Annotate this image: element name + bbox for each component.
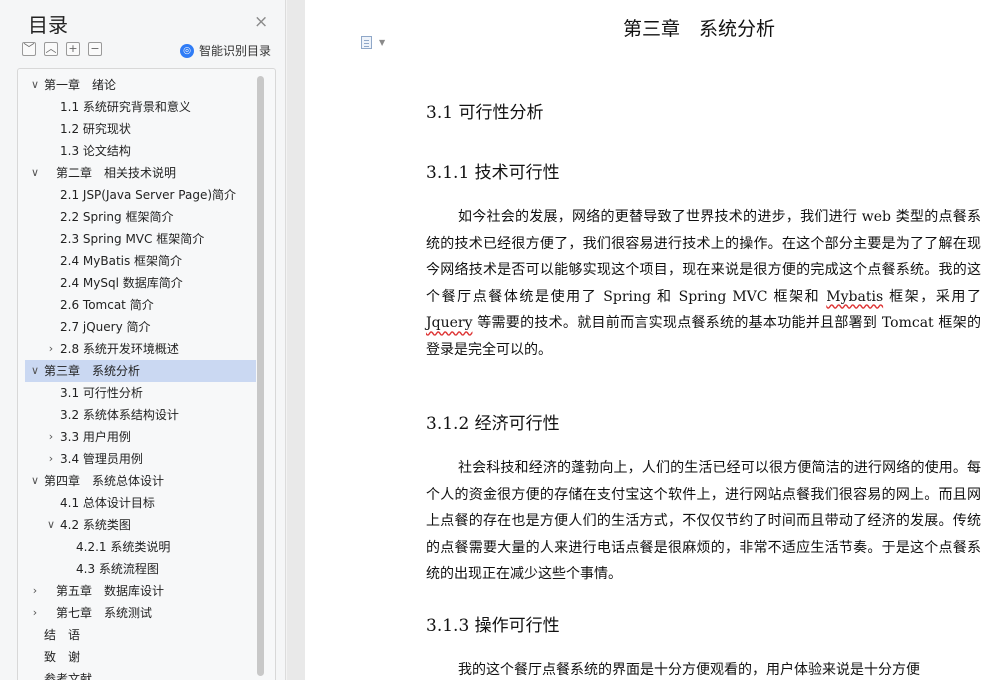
toc-item[interactable]: › 3.4 管理员用例 [25, 448, 256, 470]
toc-item-label: 第四章 系统总体设计 [44, 474, 165, 488]
toc-item[interactable]: 2.6 Tomcat 简介 [25, 294, 256, 316]
toc-title: 目录 [28, 13, 68, 37]
paragraph-3-1-1: 如今社会的发展，网络的更替导致了世界技术的进步，我们进行 web 类型的点餐系统… [426, 204, 981, 364]
toc-item[interactable]: 3.2 系统体系结构设计 [25, 404, 256, 426]
chevron-down-icon[interactable]: ∨ [45, 514, 57, 536]
toc-item[interactable]: ∨ 4.2 系统类图 [25, 514, 256, 536]
toc-item-label: 1.1 系统研究背景和意义 [60, 100, 191, 114]
chevron-down-icon[interactable]: ∨ [29, 470, 41, 492]
document-page[interactable]: ▼ 第三章 系统分析 3.1 可行性分析 3.1.1 技术可行性 如今社会的发展… [305, 0, 994, 680]
toc-item-label: 2.8 系统开发环境概述 [60, 342, 179, 356]
toc-item[interactable]: 1.1 系统研究背景和意义 [25, 96, 256, 118]
toc-item-label: 3.3 用户用例 [60, 430, 131, 444]
toc-item-label: 4.1 总体设计目标 [60, 496, 155, 510]
toc-item-label: 第三章 系统分析 [44, 364, 141, 378]
toc-item[interactable]: 2.4 MySql 数据库简介 [25, 272, 256, 294]
toc-item-label: 1.2 研究现状 [60, 122, 131, 136]
chevron-down-icon[interactable]: ∨ [29, 360, 41, 382]
chevron-right-icon[interactable]: › [45, 426, 57, 448]
toc-item[interactable]: › 第五章 数据库设计 [25, 580, 256, 602]
toc-item[interactable]: ∨ 第一章 绪论 [25, 74, 256, 96]
toc-item-label: 第二章 相关技术说明 [56, 166, 177, 180]
toc-item-label: 结 语 [44, 628, 81, 642]
smart-toc-button[interactable]: ◎ 智能识别目录 [180, 42, 271, 59]
toc-item[interactable]: 参考文献 [25, 668, 256, 680]
collapse-all-icon[interactable]: ﹀ [22, 42, 36, 56]
chevron-right-icon[interactable]: › [45, 448, 57, 470]
toc-item[interactable]: 致 谢 [25, 646, 256, 668]
chevron-right-icon[interactable]: › [45, 338, 57, 360]
toc-item-label: 3.1 可行性分析 [60, 386, 143, 400]
toc-item[interactable]: › 2.8 系统开发环境概述 [25, 338, 256, 360]
toc-item[interactable]: 4.3 系统流程图 [25, 558, 256, 580]
toc-item[interactable]: ∨ 第二章 相关技术说明 [25, 162, 256, 184]
spellcheck-word-jquery: Jquery [426, 315, 473, 332]
chevron-right-icon[interactable]: › [29, 602, 41, 624]
toc-item[interactable]: › 第七章 系统测试 [25, 602, 256, 624]
heading-3-1: 3.1 可行性分析 [426, 103, 544, 123]
toc-item-label: 3.4 管理员用例 [60, 452, 143, 466]
toc-item-label: 4.3 系统流程图 [76, 562, 159, 576]
toc-item-label: 参考文献 [44, 672, 93, 680]
toc-item[interactable]: › 3.3 用户用例 [25, 426, 256, 448]
chapter-title: 第三章 系统分析 [623, 18, 776, 40]
toc-item[interactable]: 结 语 [25, 624, 256, 646]
toc-item-label: 2.4 MySql 数据库简介 [60, 276, 183, 290]
close-icon[interactable]: × [254, 12, 268, 32]
remove-heading-icon[interactable]: − [88, 42, 102, 56]
toc-item-label: 第一章 绪论 [44, 78, 117, 92]
toc-item[interactable]: 1.2 研究现状 [25, 118, 256, 140]
toc-item-label: 4.2 系统类图 [60, 518, 131, 532]
toc-item[interactable]: 4.1 总体设计目标 [25, 492, 256, 514]
heading-3-1-2: 3.1.2 经济可行性 [426, 414, 560, 434]
chevron-right-icon[interactable]: › [29, 580, 41, 602]
toc-item[interactable]: 2.7 jQuery 简介 [25, 316, 256, 338]
toc-item[interactable]: 2.2 Spring 框架简介 [25, 206, 256, 228]
toc-item-label: 4.2.1 系统类说明 [76, 540, 171, 554]
toc-toolbar: ﹀ ︿ + − [22, 42, 102, 58]
spellcheck-word-mybatis: Mybatis [826, 288, 884, 305]
toc-item-label: 1.3 论文结构 [60, 144, 131, 158]
paragraph-text: 等需要的技术。就目前而言实现点餐系统的基本功能并且部署到 Tomcat 框架的登… [426, 315, 981, 358]
toc-item-label: 2.6 Tomcat 简介 [60, 298, 154, 312]
toc-item-label: 2.4 MyBatis 框架简介 [60, 254, 183, 268]
heading-3-1-1: 3.1.1 技术可行性 [426, 163, 560, 183]
toc-item-label: 2.1 JSP(Java Server Page)简介 [60, 188, 237, 202]
toc-panel: 目录 × ﹀ ︿ + − ◎ 智能识别目录 ∨ 第一章 绪论 1.1 系统研究背景和… [0, 0, 286, 680]
add-heading-icon[interactable]: + [66, 42, 80, 56]
chevron-down-icon[interactable]: ∨ [29, 162, 41, 184]
toc-item-label: 2.7 jQuery 简介 [60, 320, 151, 334]
toc-item[interactable]: 1.3 论文结构 [25, 140, 256, 162]
page-icon[interactable] [361, 36, 372, 49]
smart-recognize-icon: ◎ [180, 43, 194, 58]
chevron-down-icon[interactable]: ▼ [379, 38, 385, 47]
toc-item[interactable]: ∨ 第四章 系统总体设计 [25, 470, 256, 492]
paragraph-3-1-2: 社会科技和经济的蓬勃向上，人们的生活已经可以很方便简洁的进行网络的使用。每个人的… [426, 460, 981, 583]
toc-item[interactable]: 3.1 可行性分析 [25, 382, 256, 404]
doc-gutter [287, 0, 305, 680]
expand-all-icon[interactable]: ︿ [44, 42, 58, 56]
toc-item-label: 第五章 数据库设计 [56, 584, 165, 598]
toc-item[interactable]: 2.3 Spring MVC 框架简介 [25, 228, 256, 250]
paragraph-text: 框架，采用了 [883, 288, 982, 305]
paragraph-3-1-3: 我的这个餐厅点餐系统的界面是十分方便观看的，用户体验来说是十分方便 [458, 662, 920, 678]
toc-item[interactable]: ∨ 第三章 系统分析 [25, 360, 256, 382]
toc-item[interactable]: 2.4 MyBatis 框架简介 [25, 250, 256, 272]
smart-toc-label: 智能识别目录 [199, 44, 272, 58]
toc-item-label: 致 谢 [44, 650, 81, 664]
toc-item-label: 2.2 Spring 框架简介 [60, 210, 174, 224]
toc-item[interactable]: 2.1 JSP(Java Server Page)简介 [25, 184, 256, 206]
toc-item-label: 第七章 系统测试 [56, 606, 153, 620]
toc-item-label: 3.2 系统体系结构设计 [60, 408, 179, 422]
toc-scrollbar[interactable] [257, 76, 264, 676]
toc-item[interactable]: 4.2.1 系统类说明 [25, 536, 256, 558]
heading-3-1-3: 3.1.3 操作可行性 [426, 616, 560, 636]
toc-item-label: 2.3 Spring MVC 框架简介 [60, 232, 205, 246]
chevron-down-icon[interactable]: ∨ [29, 74, 41, 96]
